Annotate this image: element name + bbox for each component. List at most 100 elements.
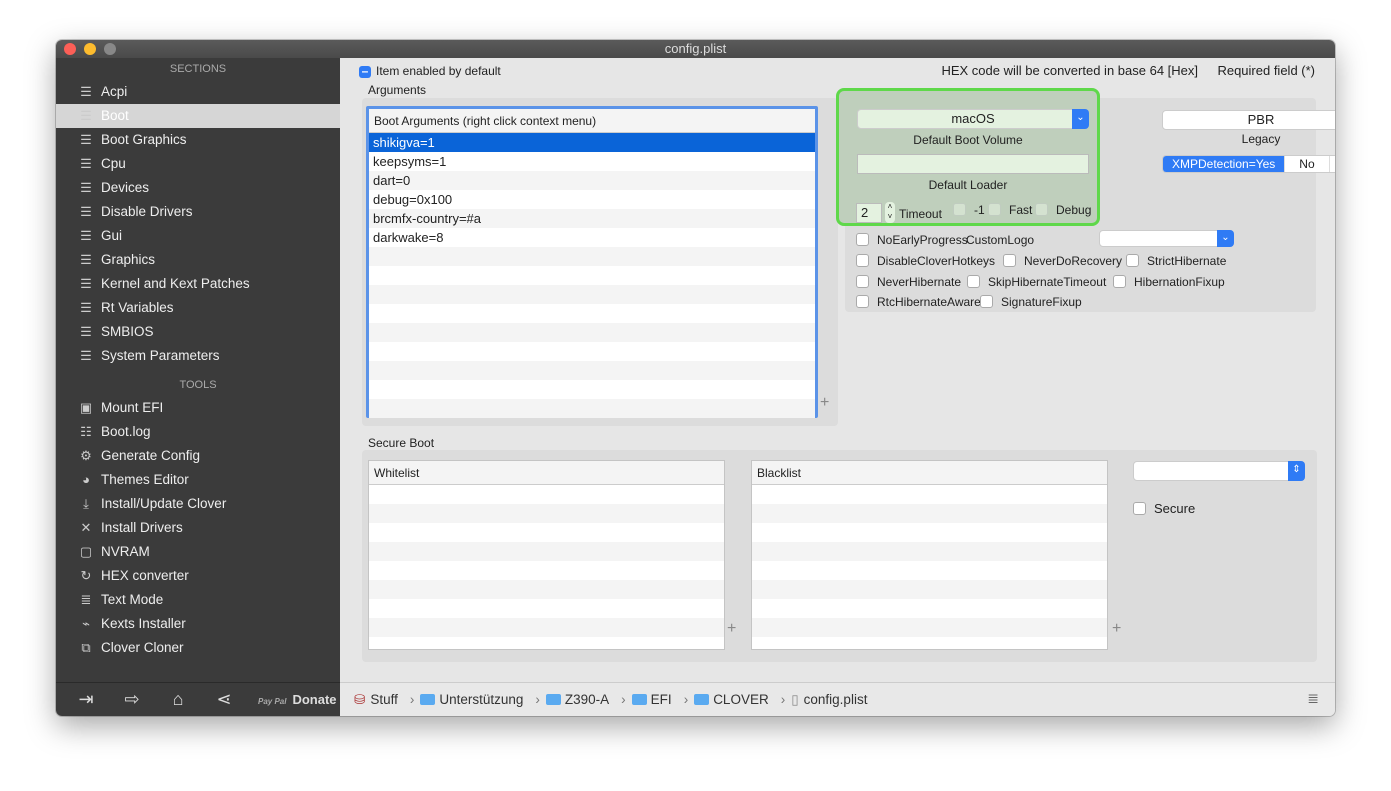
empty-row bbox=[752, 580, 1107, 599]
never-hibernate-checkbox[interactable]: NeverHibernate bbox=[856, 275, 961, 289]
disable-clover-hotkeys-checkbox[interactable]: DisableCloverHotkeys bbox=[856, 254, 995, 268]
tool-mount-efi[interactable]: ▣ Mount EFI bbox=[56, 396, 340, 420]
sidebar-item-system-parameters[interactable]: ☰ System Parameters bbox=[56, 344, 340, 368]
blacklist-header: Blacklist bbox=[752, 461, 1107, 485]
legacy-select[interactable]: PBR⇕ bbox=[1162, 110, 1335, 130]
tool-label: Clover Cloner bbox=[101, 640, 184, 655]
breadcrumb-item[interactable]: Z390-A bbox=[545, 692, 609, 707]
breadcrumb-item[interactable]: ▯ config.plist bbox=[791, 692, 867, 708]
donate-label: Donate bbox=[292, 692, 337, 707]
import-icon[interactable]: ⇥ bbox=[70, 689, 102, 710]
default-loader-label: Default Loader bbox=[928, 178, 1008, 192]
xmp-option[interactable]: XMPDetection=Yes bbox=[1163, 156, 1285, 172]
sidebar-item-boot-graphics[interactable]: ☰ Boot Graphics bbox=[56, 128, 340, 152]
checkbox-label: NeverDoRecovery bbox=[1024, 254, 1123, 268]
sidebar-item-kernel-and-kext-patches[interactable]: ☰ Kernel and Kext Patches bbox=[56, 272, 340, 296]
xmp-option[interactable]: No bbox=[1284, 156, 1328, 172]
sidebar-item-smbios[interactable]: ☰ SMBIOS bbox=[56, 320, 340, 344]
donate-button[interactable]: Pay Pal Donate bbox=[258, 692, 337, 707]
tool-label: Themes Editor bbox=[101, 472, 189, 487]
sidebar-item-cpu[interactable]: ☰ Cpu bbox=[56, 152, 340, 176]
sidebar-item-label: Graphics bbox=[101, 252, 156, 267]
breadcrumb-item[interactable]: Unterstützung bbox=[420, 692, 523, 707]
tool-boot-log[interactable]: ☷ Boot.log bbox=[56, 420, 340, 444]
timeout-minus1-checkbox[interactable]: -1 bbox=[953, 203, 985, 217]
argument-row[interactable]: shikigva=1 bbox=[369, 133, 815, 152]
file-icon: ▯ bbox=[791, 691, 799, 707]
checkbox-label: StrictHibernate bbox=[1147, 254, 1227, 268]
add-whitelist-button[interactable]: + bbox=[727, 620, 736, 638]
no-early-progress-checkbox[interactable]: NoEarlyProgress bbox=[856, 233, 968, 247]
tools-icon: ✕ bbox=[80, 520, 92, 535]
blacklist-table[interactable]: Blacklist bbox=[751, 460, 1108, 650]
palette-icon: ◕ bbox=[82, 472, 90, 487]
debug-checkbox[interactable]: Debug bbox=[1035, 203, 1091, 217]
argument-row[interactable]: debug=0x100 bbox=[369, 190, 815, 209]
default-boot-volume-select[interactable]: macOS ⌄ bbox=[857, 109, 1089, 129]
chevron-right-icon: › bbox=[780, 692, 786, 707]
sidebar-item-disable-drivers[interactable]: ☰ Disable Drivers bbox=[56, 200, 340, 224]
menu-lines-icon[interactable]: ≣ bbox=[1307, 690, 1319, 707]
zoom-button[interactable] bbox=[104, 43, 116, 55]
empty-row bbox=[369, 361, 815, 380]
tool-kexts-installer[interactable]: ⌁ Kexts Installer bbox=[56, 612, 340, 636]
timeout-input[interactable]: 2 bbox=[856, 203, 882, 223]
boot-arguments-header: Boot Arguments (right click context menu… bbox=[369, 109, 815, 133]
custom-logo-select[interactable]: ⌄ bbox=[1099, 230, 1234, 247]
whitelist-table[interactable]: Whitelist bbox=[368, 460, 725, 650]
argument-row[interactable]: brcmfx-country=#a bbox=[369, 209, 815, 228]
boot-arguments-list[interactable]: Boot Arguments (right click context menu… bbox=[366, 106, 818, 418]
sidebar-item-acpi[interactable]: ☰ Acpi bbox=[56, 80, 340, 104]
empty-row bbox=[369, 599, 724, 618]
rtc-hibernate-aware-checkbox[interactable]: RtcHibernateAware bbox=[856, 295, 981, 309]
hibernation-fixup-checkbox[interactable]: HibernationFixup bbox=[1113, 275, 1225, 289]
add-blacklist-button[interactable]: + bbox=[1112, 620, 1121, 638]
breadcrumb-item[interactable]: EFI bbox=[631, 692, 672, 707]
default-boot-group: macOS ⌄ Default Boot Volume Default Loade… bbox=[836, 88, 1100, 226]
skip-hibernate-timeout-checkbox[interactable]: SkipHibernateTimeout bbox=[967, 275, 1106, 289]
fast-checkbox[interactable]: Fast bbox=[988, 203, 1032, 217]
argument-row[interactable]: darkwake=8 bbox=[369, 228, 815, 247]
sidebar-item-rt-variables[interactable]: ☰ Rt Variables bbox=[56, 296, 340, 320]
secure-checkbox[interactable]: Secure bbox=[1133, 501, 1195, 516]
empty-row bbox=[752, 599, 1107, 618]
timeout-stepper[interactable]: ˄ ˅ bbox=[885, 202, 895, 223]
checkbox-label: HibernationFixup bbox=[1134, 275, 1225, 289]
xmp-option[interactable]: 1 bbox=[1328, 156, 1335, 172]
minus1-label: -1 bbox=[974, 203, 985, 217]
sidebar-item-graphics[interactable]: ☰ Graphics bbox=[56, 248, 340, 272]
signature-fixup-checkbox[interactable]: SignatureFixup bbox=[980, 295, 1082, 309]
home-icon[interactable]: ⌂ bbox=[162, 689, 194, 710]
default-loader-input[interactable] bbox=[857, 154, 1089, 174]
tool-install-drivers[interactable]: ✕ Install Drivers bbox=[56, 516, 340, 540]
tool-nvram[interactable]: ▢ NVRAM bbox=[56, 540, 340, 564]
sidebar-item-gui[interactable]: ☰ Gui bbox=[56, 224, 340, 248]
argument-row[interactable]: dart=0 bbox=[369, 171, 815, 190]
breadcrumb-item[interactable]: CLOVER bbox=[694, 692, 769, 707]
item-enabled-checkbox[interactable]: – Item enabled by default bbox=[359, 64, 501, 78]
empty-row bbox=[369, 523, 724, 542]
sidebar-item-label: Cpu bbox=[101, 156, 126, 171]
sidebar-item-devices[interactable]: ☰ Devices bbox=[56, 176, 340, 200]
empty-row bbox=[369, 542, 724, 561]
tool-install-update-clover[interactable]: ⤓ Install/Update Clover bbox=[56, 492, 340, 516]
argument-row[interactable]: keepsyms=1 bbox=[369, 152, 815, 171]
secure-boot-policy-select[interactable]: ⇕ bbox=[1133, 461, 1305, 481]
close-button[interactable] bbox=[64, 43, 76, 55]
tool-themes-editor[interactable]: ◕ Themes Editor bbox=[56, 468, 340, 492]
sidebar: SECTIONS ☰ Acpi ☰ Boot ☰ Boot Graphics ☰ Cpu ☰ De… bbox=[56, 58, 340, 716]
export-icon[interactable]: ⇨ bbox=[116, 689, 148, 710]
disk-icon: ▣ bbox=[79, 400, 93, 415]
add-argument-button[interactable]: + bbox=[820, 394, 829, 412]
tool-hex-converter[interactable]: ↻ HEX converter bbox=[56, 564, 340, 588]
tool-text-mode[interactable]: ≣ Text Mode bbox=[56, 588, 340, 612]
strict-hibernate-checkbox[interactable]: StrictHibernate bbox=[1126, 254, 1226, 268]
minimize-button[interactable] bbox=[84, 43, 96, 55]
chevron-right-icon: › bbox=[409, 692, 415, 707]
tool-generate-config[interactable]: ⚙ Generate Config bbox=[56, 444, 340, 468]
never-do-recovery-checkbox[interactable]: NeverDoRecovery bbox=[1003, 254, 1122, 268]
breadcrumb-item[interactable]: ⛁ Stuff bbox=[354, 692, 398, 708]
share-icon[interactable]: ⋖ bbox=[208, 689, 240, 710]
sidebar-item-boot[interactable]: ☰ Boot bbox=[56, 104, 340, 128]
tool-clover-cloner[interactable]: ⧉ Clover Cloner bbox=[56, 636, 340, 660]
